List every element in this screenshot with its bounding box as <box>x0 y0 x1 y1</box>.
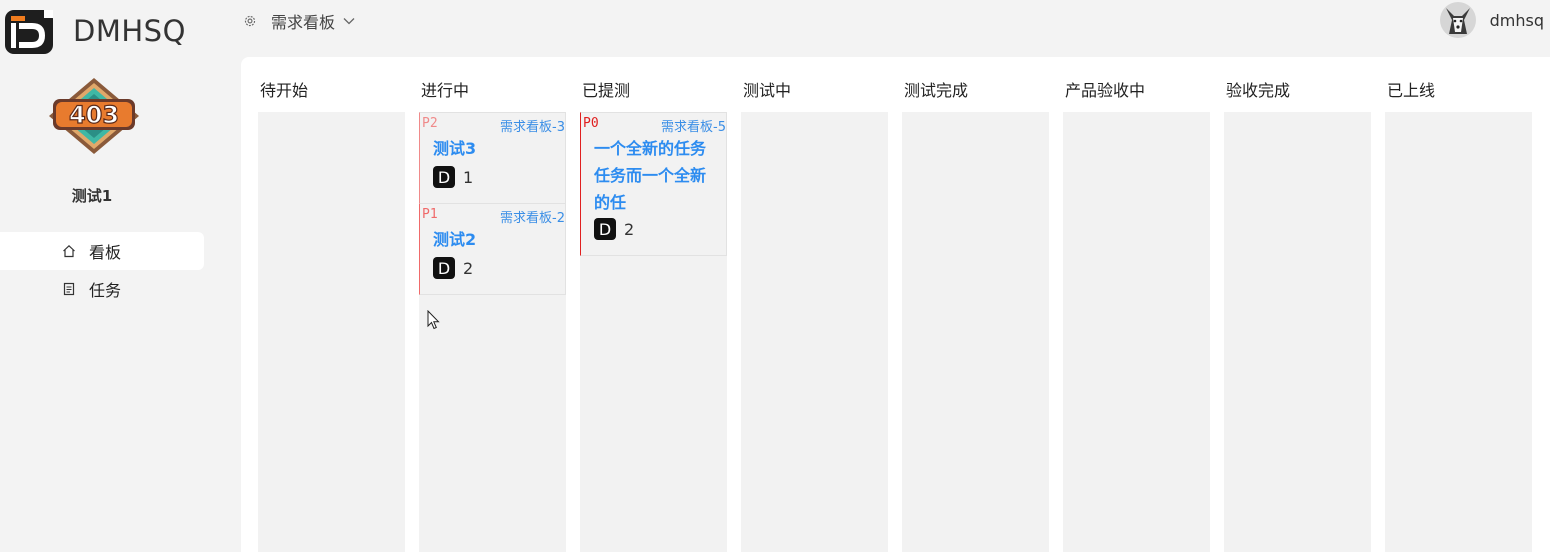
svg-text:D: D <box>438 259 450 278</box>
column-dropzone[interactable] <box>741 112 888 552</box>
priority-label: P1 <box>422 207 438 222</box>
column-title: 已上线 <box>1387 81 1436 100</box>
gear-icon <box>244 15 256 27</box>
home-icon <box>63 244 75 258</box>
dmhsq-d-icon: D <box>433 166 455 188</box>
column-test-done: 测试完成 <box>902 57 1049 552</box>
board-selector-label: 需求看板 <box>271 13 336 32</box>
project-name: 测试1 <box>71 187 113 205</box>
task-key-link[interactable]: 需求看板-5 <box>661 116 726 135</box>
column-pending: 待开始 <box>258 57 405 552</box>
column-title: 已提测 <box>582 81 631 100</box>
task-card[interactable]: P2 需求看板-3 测试3 D 1 <box>419 112 566 204</box>
column-acceptance-done: 验收完成 <box>1224 57 1371 552</box>
column-dropzone[interactable] <box>1063 112 1210 552</box>
mouse-cursor-icon <box>427 310 440 330</box>
svg-text:D: D <box>599 220 611 239</box>
dmhsq-logo[interactable] <box>4 8 56 56</box>
avatar <box>1439 2 1476 38</box>
task-key-link[interactable]: 需求看板-2 <box>500 207 565 226</box>
column-title: 产品验收中 <box>1065 81 1146 100</box>
column-testing: 测试中 <box>741 57 888 552</box>
column-title: 进行中 <box>421 81 470 100</box>
task-key-link[interactable]: 需求看板-3 <box>500 116 565 135</box>
app-name: DMHSQ <box>73 14 186 48</box>
svg-text:D: D <box>438 168 450 187</box>
task-title[interactable]: 一个全新的任务任务而一个全新的任 <box>594 135 710 216</box>
priority-label: P2 <box>422 116 438 131</box>
task-count: 1 <box>463 168 474 187</box>
document-icon <box>63 282 75 296</box>
task-card[interactable]: P1 需求看板-2 测试2 D 2 <box>419 203 566 295</box>
column-dropzone[interactable] <box>1224 112 1371 552</box>
task-card[interactable]: P0 需求看板-5 一个全新的任务任务而一个全新的任 D 2 <box>580 112 727 256</box>
column-submitted-for-test: 已提测 P0 需求看板-5 一个全新的任务任务而一个全新的任 D 2 <box>580 57 727 552</box>
badge-403-text: 403 <box>69 101 119 129</box>
column-title: 待开始 <box>260 81 309 100</box>
kanban-board: 待开始 进行中 P2 需求看板-3 测试3 D 1 P1 需求看板-2 测试2 <box>241 57 1550 552</box>
priority-label: P0 <box>583 116 599 131</box>
sidebar-item-label: 看板 <box>89 243 122 262</box>
column-released: 已上线 <box>1385 57 1532 552</box>
sidebar-item-board[interactable]: 看板 <box>0 232 204 270</box>
column-title: 测试完成 <box>904 81 969 100</box>
column-product-acceptance: 产品验收中 <box>1063 57 1210 552</box>
username: dmhsq <box>1489 10 1544 30</box>
sidebar-item-label: 任务 <box>89 281 122 300</box>
dmhsq-d-icon: D <box>594 218 616 240</box>
column-dropzone[interactable] <box>902 112 1049 552</box>
task-title[interactable]: 测试2 <box>433 226 549 253</box>
column-dropzone[interactable] <box>258 112 405 552</box>
column-dropzone[interactable]: P0 需求看板-5 一个全新的任务任务而一个全新的任 D 2 <box>580 112 727 552</box>
task-count: 2 <box>624 220 635 239</box>
board-selector[interactable]: 需求看板 <box>243 9 355 33</box>
column-in-progress: 进行中 P2 需求看板-3 测试3 D 1 P1 需求看板-2 测试2 D 2 <box>419 57 566 552</box>
task-title[interactable]: 测试3 <box>433 135 549 162</box>
column-title: 验收完成 <box>1226 81 1291 100</box>
column-title: 测试中 <box>743 81 792 100</box>
column-dropzone[interactable]: P2 需求看板-3 测试3 D 1 P1 需求看板-2 测试2 D 2 <box>419 112 566 552</box>
dmhsq-d-icon: D <box>433 257 455 279</box>
chevron-down-icon <box>343 18 355 25</box>
project-avatar: 403 <box>49 78 139 154</box>
user-menu[interactable]: dmhsq <box>1439 2 1550 38</box>
sidebar-item-tasks[interactable]: 任务 <box>0 270 204 308</box>
task-count: 2 <box>463 259 474 278</box>
column-dropzone[interactable] <box>1385 112 1532 552</box>
